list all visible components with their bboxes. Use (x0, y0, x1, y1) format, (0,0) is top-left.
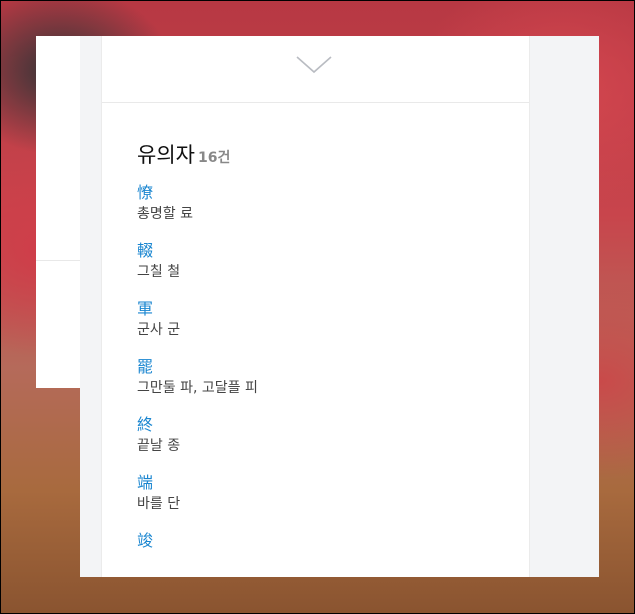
list-item: 輟 그칠 철 (137, 241, 529, 282)
hanja-meaning: 그만둘 파, 고달플 피 (137, 380, 258, 396)
hanja-link[interactable]: 罷 (137, 357, 529, 377)
hanja-link[interactable]: 終 (137, 415, 529, 435)
synonyms-title: 유의자 (137, 143, 195, 167)
list-item: 軍 군사 군 (137, 299, 529, 340)
left-card-divider (36, 260, 80, 261)
dictionary-panel: 유의자 16건 憭 총명할 료 輟 그칠 철 軍 군사 군 罷 그만둘 파, 고달… (80, 36, 599, 577)
hanja-link[interactable]: 輟 (137, 241, 529, 261)
content-column: 유의자 16건 憭 총명할 료 輟 그칠 철 軍 군사 군 罷 그만둘 파, 고달… (101, 36, 530, 577)
expand-toggle[interactable] (102, 36, 529, 103)
list-item: 終 끝날 종 (137, 415, 529, 456)
hanja-meaning: 총명할 료 (137, 206, 193, 222)
list-item: 憭 총명할 료 (137, 183, 529, 224)
hanja-link[interactable]: 軍 (137, 299, 529, 319)
hanja-link[interactable]: 憭 (137, 183, 529, 203)
hanja-meaning: 바를 단 (137, 496, 181, 512)
synonyms-heading: 유의자 16건 (137, 139, 529, 169)
hanja-meaning: 끝날 종 (137, 438, 181, 454)
synonyms-section: 유의자 16건 憭 총명할 료 輟 그칠 철 軍 군사 군 罷 그만둘 파, 고달… (102, 103, 529, 551)
list-item: 端 바를 단 (137, 473, 529, 514)
list-item: 竣 (137, 531, 529, 551)
list-item: 罷 그만둘 파, 고달플 피 (137, 357, 529, 398)
left-card (36, 36, 81, 388)
hanja-link[interactable]: 端 (137, 473, 529, 493)
hanja-link[interactable]: 竣 (137, 531, 529, 551)
hanja-meaning: 그칠 철 (137, 264, 181, 280)
hanja-meaning: 군사 군 (137, 322, 181, 338)
synonyms-count: 16건 (197, 150, 231, 166)
chevron-down-icon[interactable] (296, 56, 332, 74)
